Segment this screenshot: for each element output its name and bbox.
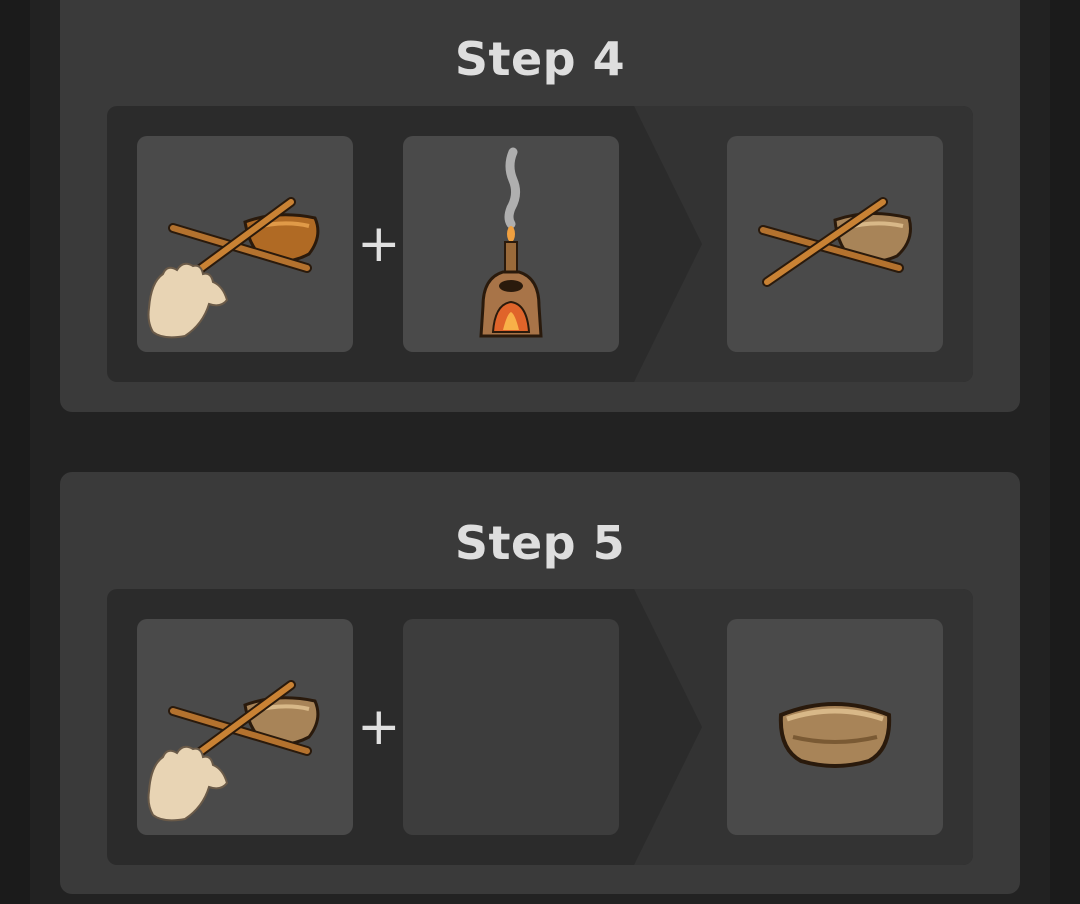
result-slot[interactable] xyxy=(727,619,943,835)
kiln-icon xyxy=(479,147,543,338)
empty-slot[interactable] xyxy=(403,619,619,835)
bowl-icon xyxy=(778,702,892,768)
plus-sign: + xyxy=(357,214,401,274)
ingredient-slot-b[interactable] xyxy=(403,136,619,352)
bowl-drill-hand-icon xyxy=(147,680,320,822)
bowl-drill-hand-icon xyxy=(147,197,320,339)
step-card-5: Step 5 + xyxy=(60,472,1020,894)
bowl-drill-icon xyxy=(758,197,912,287)
ingredient-slot-a[interactable] xyxy=(137,619,353,835)
recipe-row: + xyxy=(107,589,973,865)
plus-sign: + xyxy=(357,697,401,757)
step-card-4: Step 4 + xyxy=(60,0,1020,412)
ingredient-slot-a[interactable] xyxy=(137,136,353,352)
recipe-row: + xyxy=(107,106,973,382)
step-title: Step 4 xyxy=(454,32,626,86)
result-slot[interactable] xyxy=(727,136,943,352)
step-title: Step 5 xyxy=(454,516,626,570)
